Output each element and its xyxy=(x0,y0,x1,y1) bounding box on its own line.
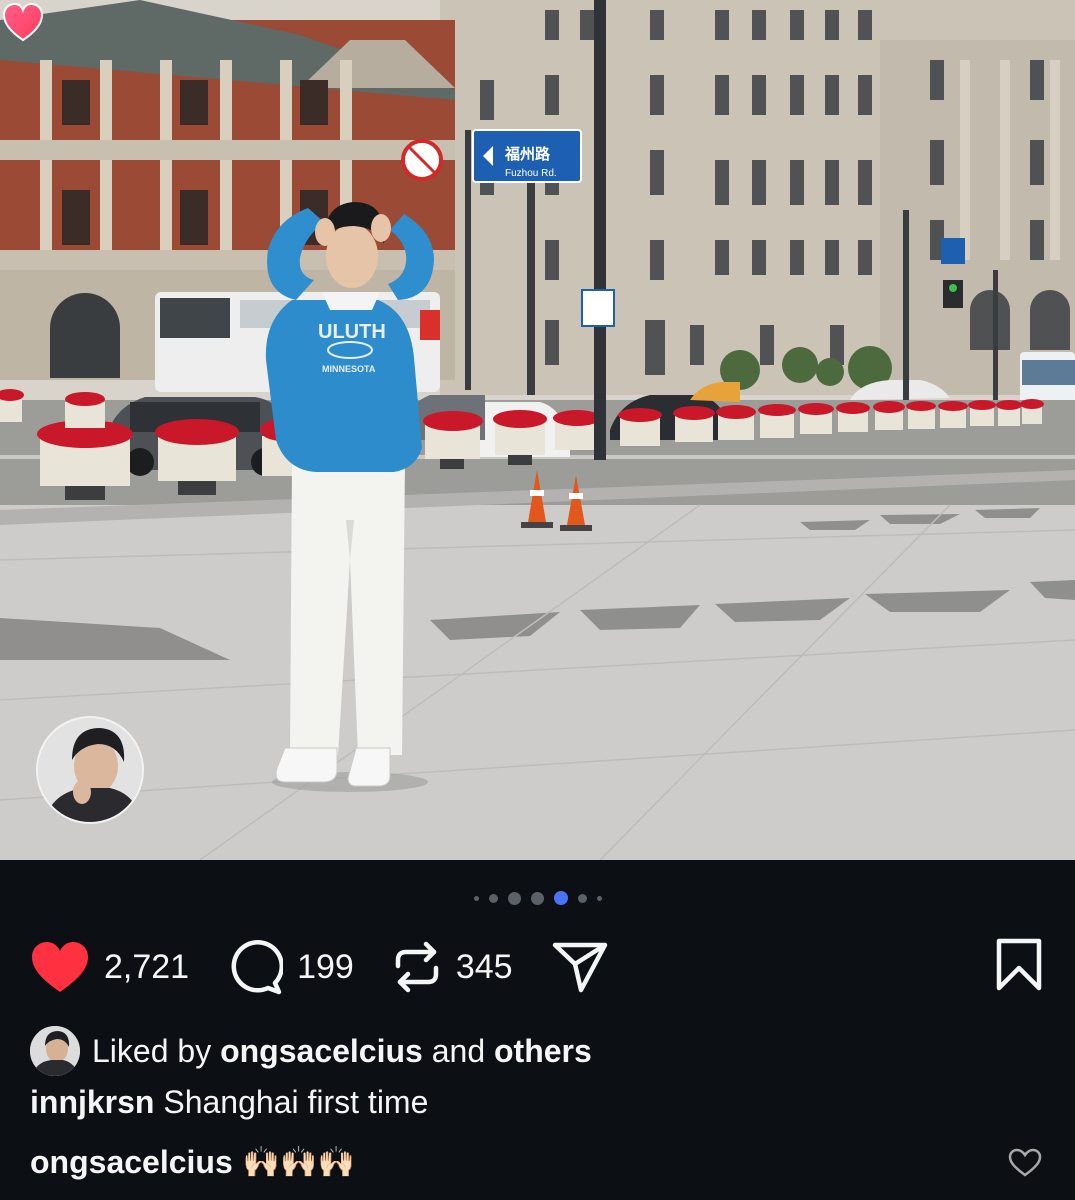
post-photo-illustration: 福州路 Fuzhou Rd. ULUTH MINNESOTA xyxy=(0,0,1075,860)
repost-icon xyxy=(395,941,439,993)
carousel-dot xyxy=(577,893,587,903)
like-count: 2,721 xyxy=(104,947,190,986)
liker-avatar[interactable] xyxy=(30,1026,80,1076)
comment-like-heart-icon[interactable] xyxy=(1008,1148,1042,1178)
liked-by-others[interactable]: others xyxy=(494,1033,592,1070)
bookmark-icon xyxy=(996,938,1042,990)
comment-text: 🙌🏻🙌🏻🙌🏻 xyxy=(242,1144,355,1180)
share-button[interactable] xyxy=(551,940,609,994)
repost-button[interactable]: 345 xyxy=(392,940,551,994)
caption-username[interactable]: innjkrsn xyxy=(30,1084,154,1120)
avatar-portrait-icon xyxy=(30,1026,80,1076)
street-sign-subtext: Fuzhou Rd. xyxy=(505,168,557,179)
carousel-dot-active xyxy=(553,891,568,905)
post-image[interactable]: 福州路 Fuzhou Rd. ULUTH MINNESOTA xyxy=(0,0,1075,860)
post-caption: innjkrsn Shanghai first time xyxy=(30,1084,428,1124)
liker-avatar-bubble[interactable] xyxy=(36,716,144,824)
liked-by-row[interactable]: Liked by ongsacelcius and others xyxy=(30,1025,592,1077)
carousel-dot xyxy=(530,891,544,905)
avatar-portrait-icon xyxy=(38,718,142,822)
street-sign-text: 福州路 xyxy=(504,145,551,163)
heart-reaction-icon xyxy=(2,2,44,42)
comment-username[interactable]: ongsacelcius xyxy=(30,1144,233,1181)
comment-row: ongsacelcius 🙌🏻🙌🏻🙌🏻 xyxy=(30,1140,355,1184)
heart-filled-icon xyxy=(32,942,88,992)
post-action-bar: 2,721 199 345 xyxy=(30,938,1043,996)
liked-by-prefix: Liked by xyxy=(92,1032,212,1069)
comment-icon xyxy=(231,940,284,995)
comment-button[interactable]: 199 xyxy=(227,939,392,995)
carousel-indicator xyxy=(0,890,1075,906)
shirt-text: MINNESOTA xyxy=(322,364,376,374)
repost-count: 345 xyxy=(455,947,513,986)
comment-count: 199 xyxy=(297,947,354,986)
send-icon xyxy=(552,942,607,993)
like-button[interactable]: 2,721 xyxy=(30,940,227,994)
liked-by-username[interactable]: ongsacelcius xyxy=(220,1033,423,1070)
carousel-dot xyxy=(507,891,521,905)
liked-by-and: and xyxy=(431,1032,486,1069)
carousel-dot xyxy=(473,895,479,901)
svg-text:ULUTH: ULUTH xyxy=(318,321,386,343)
caption-text: Shanghai first time xyxy=(163,1084,429,1120)
carousel-dot xyxy=(488,893,498,903)
carousel-dot xyxy=(596,895,602,901)
save-button[interactable] xyxy=(995,938,1043,997)
